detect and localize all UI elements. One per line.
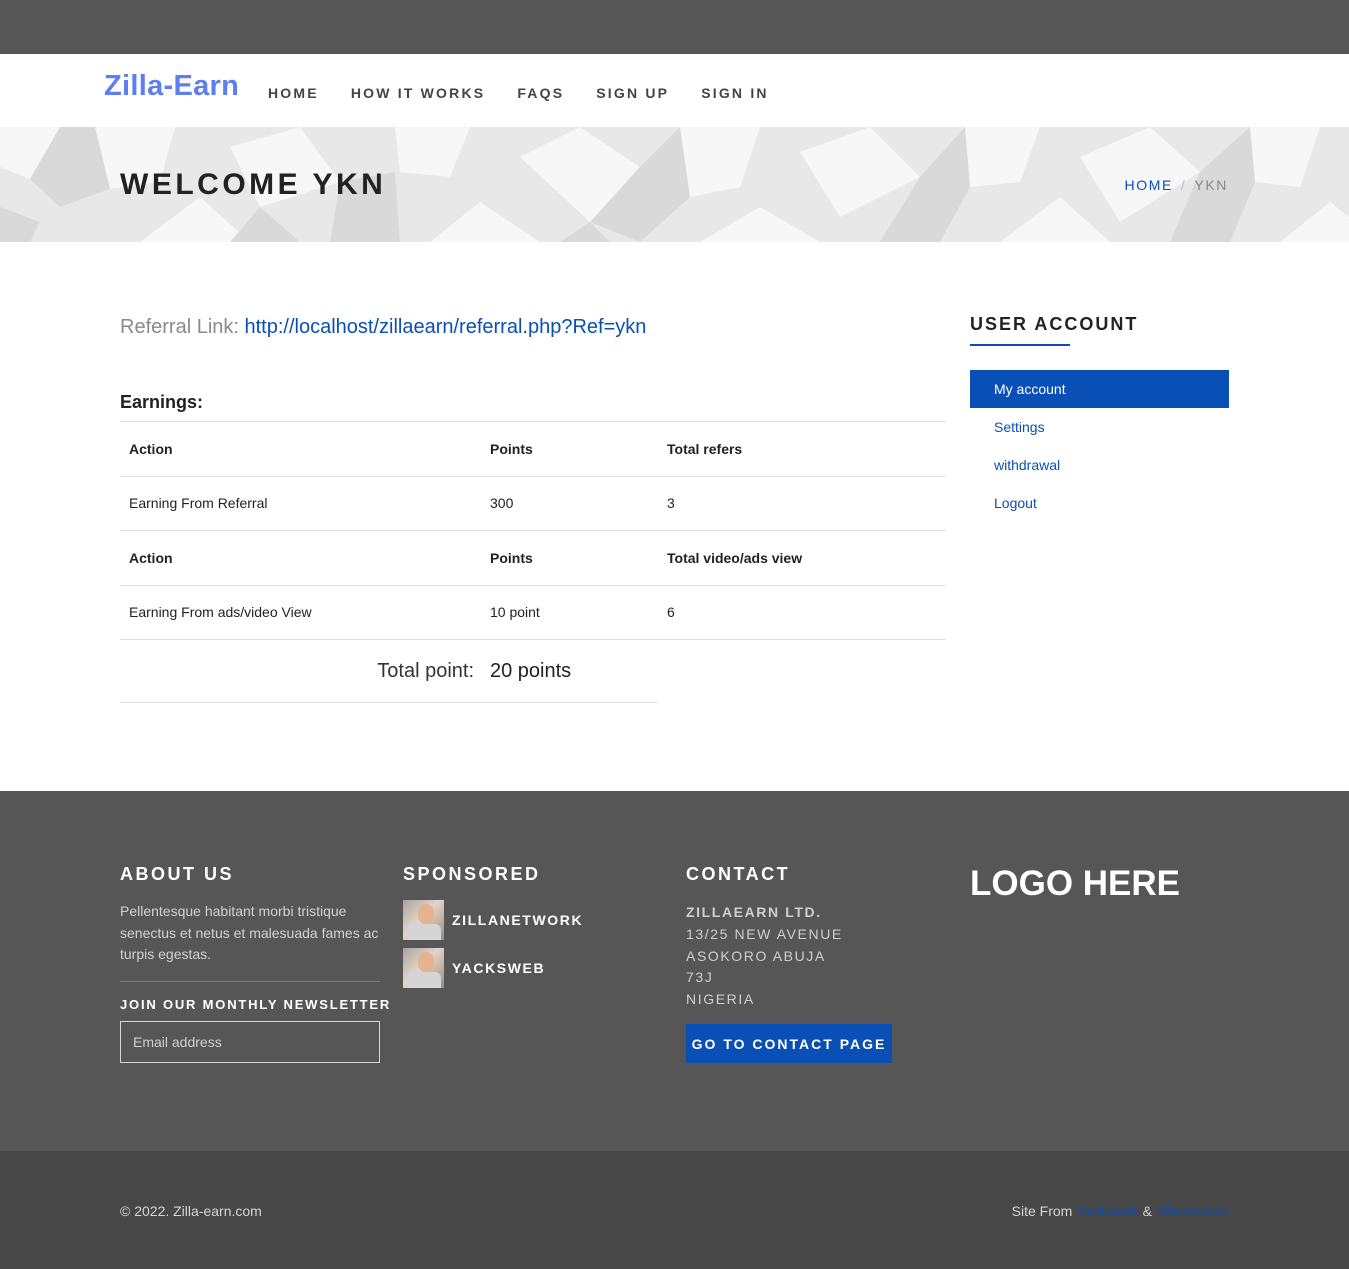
table-cell: 3 [658, 475, 946, 531]
sponsored-heading: SPONSORED [403, 864, 541, 884]
credits-prefix: Site From [1011, 1203, 1073, 1219]
contact-heading: CONTACT [686, 864, 791, 884]
footer-logo-placeholder: LOGO HERE [970, 864, 1181, 903]
referral-link-row: Referral Link: http://localhost/zillaear… [120, 316, 646, 339]
credits-joiner: & [1142, 1203, 1152, 1219]
contact-address-line: NIGERIA [686, 991, 755, 1008]
table-header-cell: Action [120, 530, 481, 585]
copyright: © 2022. Zilla-earn.com [120, 1203, 262, 1219]
earnings-heading: Earnings: [120, 392, 204, 412]
top-bar [0, 0, 1349, 54]
sponsor-thumbnail[interactable] [403, 900, 444, 940]
referral-url-link[interactable]: http://localhost/zillaearn/referral.php?… [245, 316, 647, 338]
referral-label: Referral Link: [120, 316, 239, 338]
total-points-value: 20 points [490, 660, 572, 682]
sponsor-item: ZILLANETWORK [403, 900, 583, 940]
sidebar-title: USER ACCOUNT [970, 314, 1139, 334]
table-cell: Earning From Referral [120, 475, 481, 531]
table-header-cell: Points [481, 421, 658, 476]
about-text: Pellentesque habitant morbi tristique se… [120, 903, 379, 962]
footer-divider [120, 981, 380, 982]
sponsor-link-zillanetwork[interactable]: ZILLANETWORK [452, 912, 583, 928]
page-hero: WELCOME YKN HOME / YKN [0, 127, 1349, 242]
table-header-cell: Total refers [658, 421, 946, 476]
nav-sign-up[interactable]: SIGN UP [596, 85, 669, 101]
site-credits: Site From Yacksweb & zillanetwork [1012, 1203, 1229, 1219]
main-nav: HOME HOW IT WORKS FAQS SIGN UP SIGN IN [268, 85, 801, 101]
nav-how-it-works[interactable]: HOW IT WORKS [351, 85, 486, 101]
about-heading: ABOUT US [120, 864, 234, 884]
total-points-label: Total point: [377, 660, 474, 682]
contact-page-button[interactable]: GO TO CONTACT PAGE [686, 1024, 892, 1063]
sidebar-menu: My account Settings withdrawal Logout [970, 370, 1229, 522]
table-header-row: Action Points Total refers [120, 421, 946, 476]
nav-faqs[interactable]: FAQS [517, 85, 564, 101]
nav-home[interactable]: HOME [268, 85, 319, 101]
table-cell: 300 [481, 475, 658, 531]
newsletter-heading: JOIN OUR MONTHLY NEWSLETTER [120, 997, 392, 1012]
nav-sign-in[interactable]: SIGN IN [701, 85, 769, 101]
table-header-row: Action Points Total video/ads view [120, 530, 946, 585]
brand-logo[interactable]: Zilla-Earn [104, 70, 239, 103]
sponsor-thumbnail[interactable] [403, 948, 444, 988]
earnings-table: Action Points Total refers Earning From … [120, 421, 946, 640]
bottom-bar: © 2022. Zilla-earn.com Site From Yackswe… [0, 1151, 1349, 1269]
table-cell: 6 [658, 584, 946, 640]
total-points-row: Total point: 20 points [120, 640, 658, 703]
credit-link-yacksweb[interactable]: Yacksweb [1076, 1203, 1139, 1219]
sidebar-item-logout[interactable]: Logout [970, 484, 1229, 522]
contact-address-line: ASOKORO ABUJA [686, 947, 826, 964]
table-cell: Earning From ads/video View [120, 584, 481, 640]
breadcrumb-separator: / [1180, 177, 1187, 193]
table-row: Earning From Referral 300 3 [120, 475, 946, 531]
sidebar-item-my-account[interactable]: My account [970, 370, 1229, 408]
sidebar-title-underline [970, 344, 1070, 346]
contact-address: ZILLAEARN LTD. 13/25 NEW AVENUE ASOKORO … [686, 902, 843, 1011]
table-header-cell: Points [481, 530, 658, 585]
contact-address-line: 13/25 NEW AVENUE [686, 925, 843, 942]
breadcrumb: HOME / YKN [1125, 177, 1229, 193]
sponsor-link-yacksweb[interactable]: YACKSWEB [452, 960, 545, 976]
newsletter-email-input[interactable] [120, 1021, 380, 1063]
sidebar-item-withdrawal[interactable]: withdrawal [970, 446, 1229, 484]
page-title: WELCOME YKN [120, 168, 387, 201]
contact-company: ZILLAEARN LTD. [686, 904, 822, 920]
footer: ABOUT US Pellentesque habitant morbi tri… [0, 791, 1349, 1151]
navbar: Zilla-Earn HOME HOW IT WORKS FAQS SIGN U… [0, 54, 1349, 127]
credit-link-zillanetwork[interactable]: zillanetwork [1156, 1203, 1229, 1219]
breadcrumb-home-link[interactable]: HOME [1125, 177, 1173, 193]
sidebar-item-settings[interactable]: Settings [970, 408, 1229, 446]
table-row: Earning From ads/video View 10 point 6 [120, 584, 946, 640]
table-cell: 10 point [481, 584, 658, 640]
table-header-cell: Action [120, 421, 481, 476]
contact-address-line: 73J [686, 969, 714, 986]
breadcrumb-current: YKN [1194, 177, 1228, 193]
sponsor-item: YACKSWEB [403, 948, 545, 988]
table-header-cell: Total video/ads view [658, 530, 946, 585]
